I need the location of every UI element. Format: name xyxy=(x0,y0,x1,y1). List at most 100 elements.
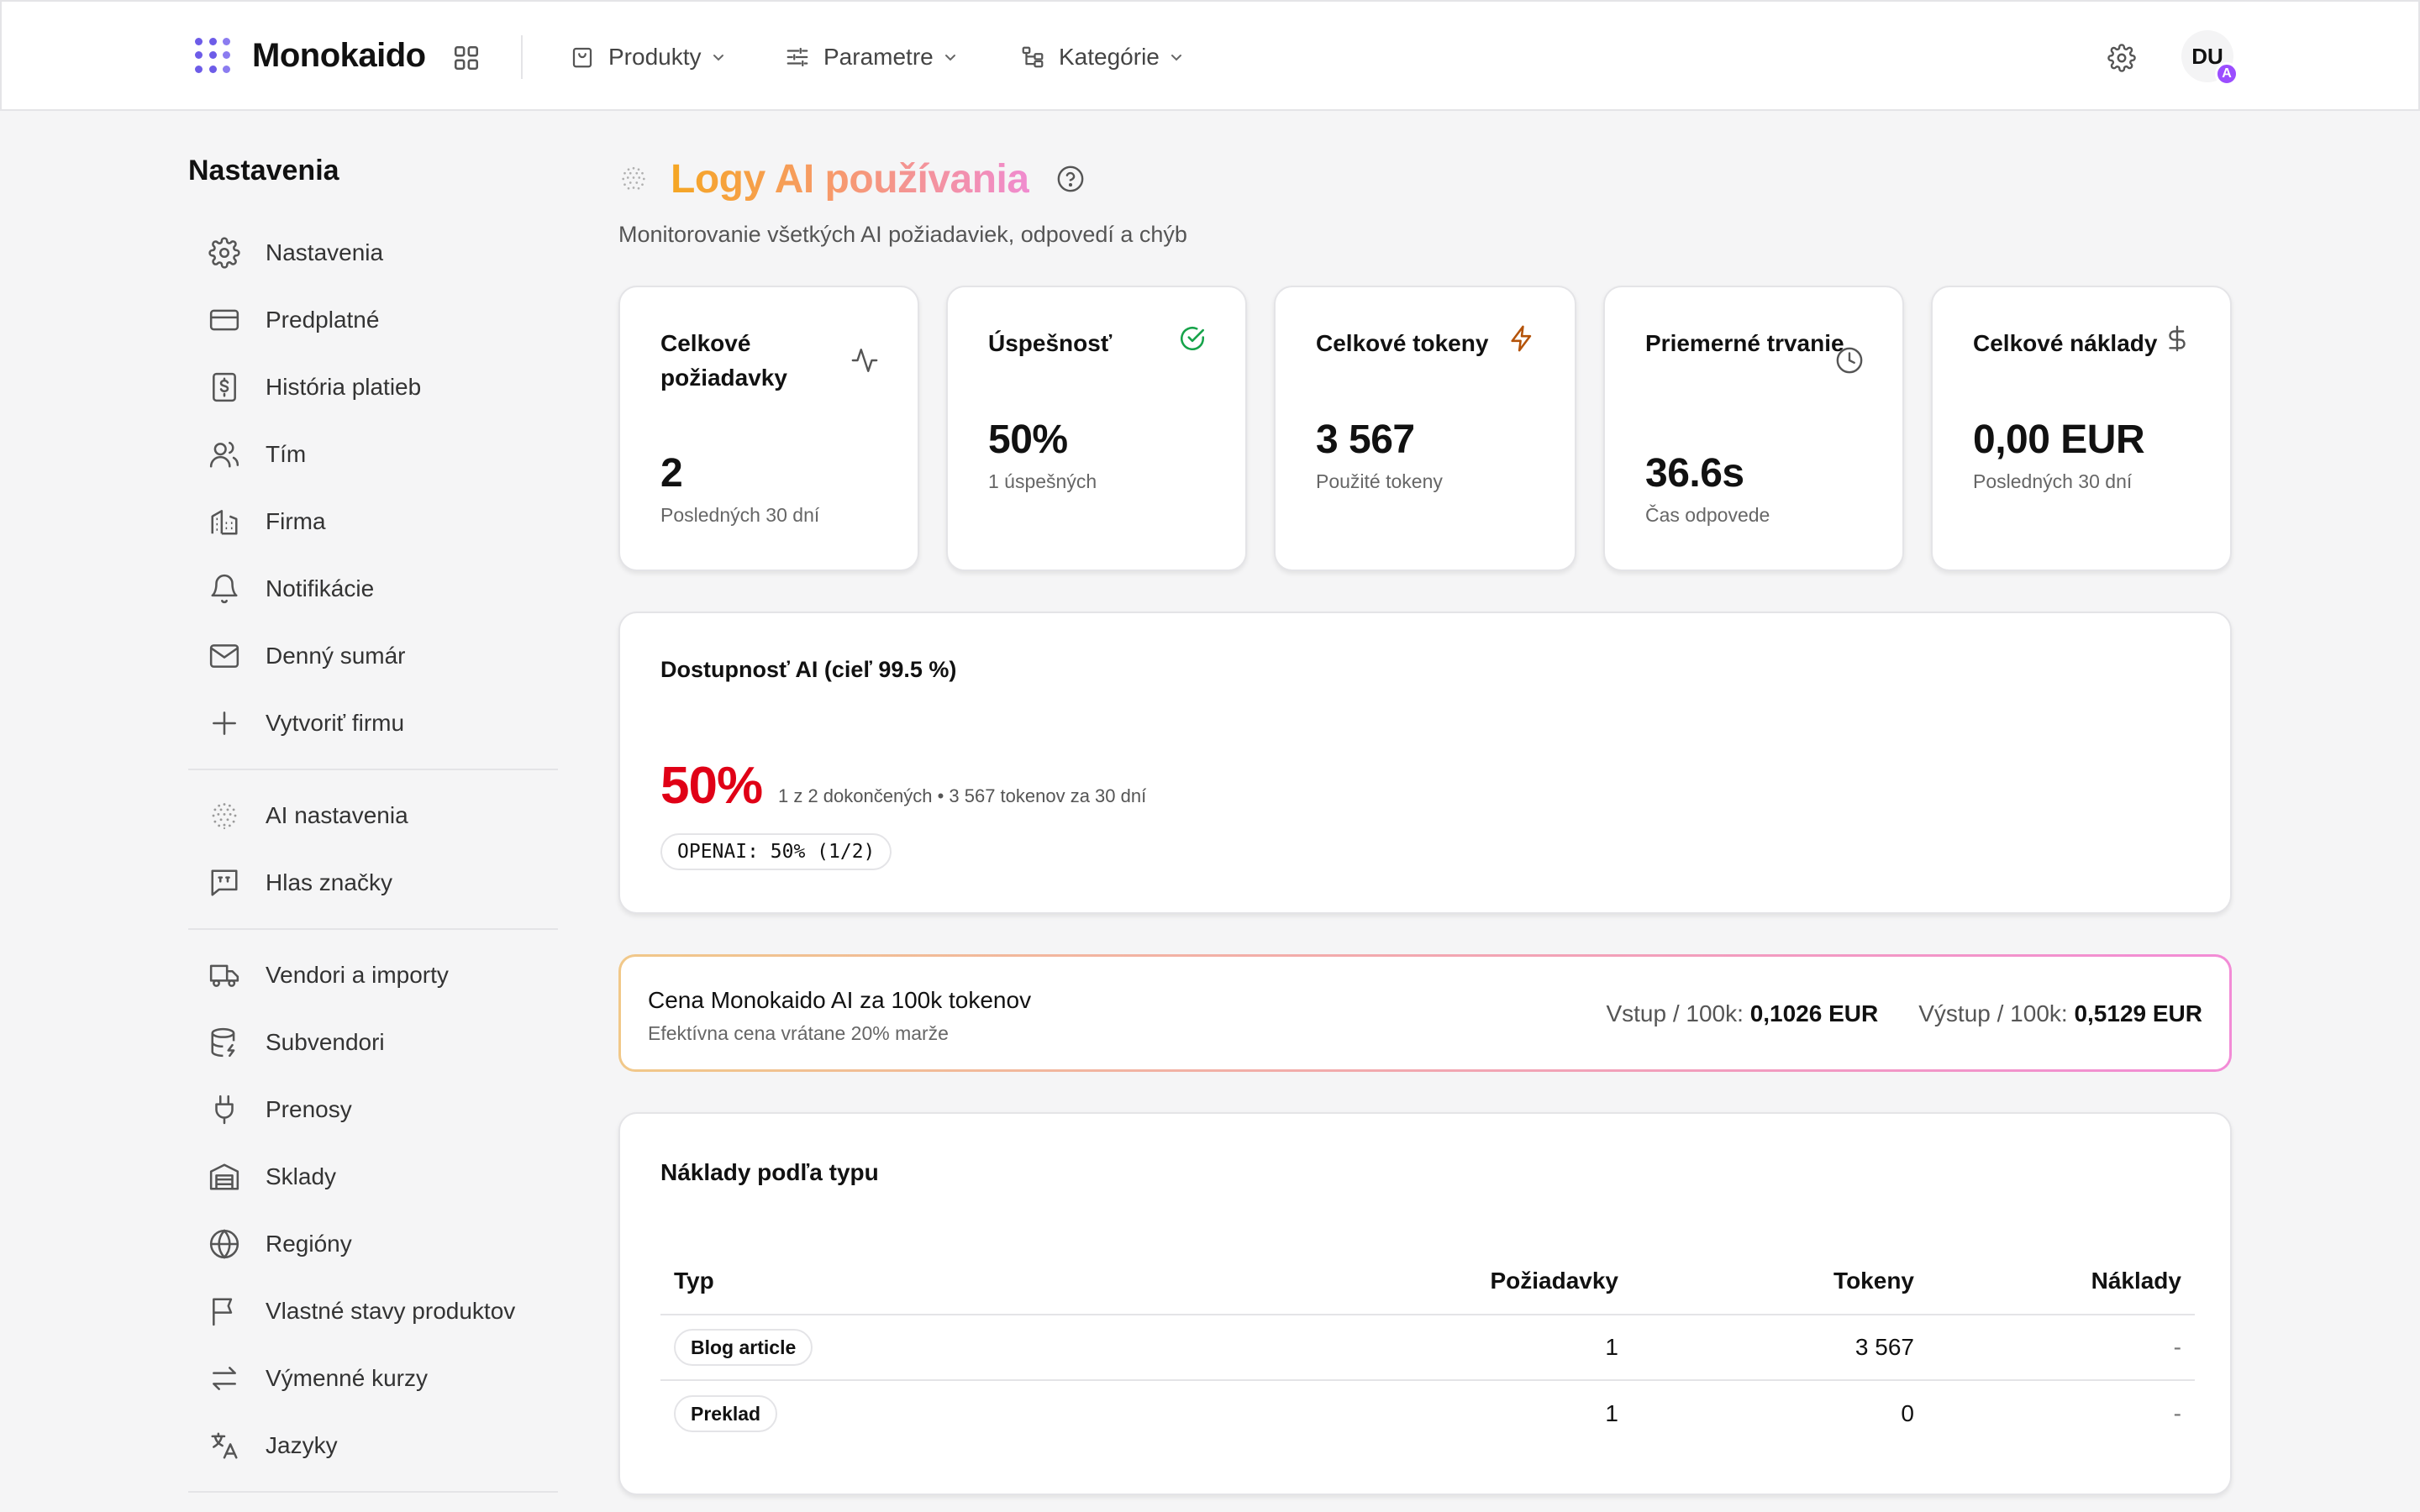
settings-sidebar: Nastavenia Nastavenia Predplatné Históri… xyxy=(188,151,558,1504)
sidebar-item-label: Notifikácie xyxy=(266,575,375,601)
sidebar-item-label: Hlas značky xyxy=(266,869,392,895)
costs-title: Náklady podľa typu xyxy=(660,1159,879,1185)
nav-kategorie[interactable]: Kategórie xyxy=(1020,35,1183,79)
column-header-requests: Požiadavky xyxy=(1490,1268,1618,1294)
globe-icon xyxy=(209,1229,239,1259)
stat-hint: Posledných 30 dní xyxy=(1973,470,2133,492)
availability-detail: 1 z 2 dokončených • 3 567 tokenov za 30 … xyxy=(778,785,1147,806)
clock-icon xyxy=(1836,347,1863,374)
page-header: Logy AI používania Monitorovanie všetkýc… xyxy=(618,153,1187,248)
stat-value: 3 567 xyxy=(1316,417,1415,462)
sidebar-item-label: Vytvoriť firmu xyxy=(266,710,405,736)
stat-hint: Použité tokeny xyxy=(1316,470,1443,492)
sidebar-item-jazyky[interactable]: Jazyky xyxy=(188,1412,558,1479)
check-circle-icon xyxy=(1180,326,1205,351)
cell-cost: - xyxy=(2173,1334,2181,1360)
avatar-badge: A xyxy=(2215,62,2238,86)
sidebar-item-historia-platieb[interactable]: História platieb xyxy=(188,354,558,421)
sidebar-item-predplatne[interactable]: Predplatné xyxy=(188,286,558,354)
database-icon xyxy=(211,1027,235,1058)
sidebar-item-ai-nastavenia[interactable]: AI nastavenia xyxy=(188,782,558,849)
table-row: Preklad 1 0 - xyxy=(660,1381,2195,1446)
sidebar-item-tim[interactable]: Tím xyxy=(188,421,558,488)
settings-gear-icon[interactable] xyxy=(2107,44,2136,72)
sidebar-item-subvendori[interactable]: Subvendori xyxy=(188,1009,558,1076)
sidebar-item-firma[interactable]: Firma xyxy=(188,488,558,555)
cell-cost: - xyxy=(2173,1400,2181,1426)
sidebar-item-label: Výmenné kurzy xyxy=(266,1365,428,1391)
stat-label: Celkové náklady xyxy=(1973,330,2158,356)
sidebar-item-label: Sklady xyxy=(266,1163,337,1189)
column-header-type: Typ xyxy=(674,1268,714,1294)
nav-parametre[interactable]: Parametre xyxy=(785,35,957,79)
sidebar-item-label: Predplatné xyxy=(266,307,380,333)
sidebar-item-nastavenia[interactable]: Nastavenia xyxy=(188,219,558,286)
sidebar-item-denny-sumar[interactable]: Denný sumár xyxy=(188,622,558,690)
brand-logo[interactable]: Monokaido xyxy=(195,37,426,75)
sidebar-item-vendori-a-importy[interactable]: Vendori a importy xyxy=(188,942,558,1009)
topbar-divider xyxy=(521,35,523,79)
stat-card-average-duration: Priemerné trvanie 36.6s Čas odpovede xyxy=(1603,286,1904,571)
warehouse-icon xyxy=(209,1163,239,1190)
user-avatar[interactable]: DU A xyxy=(2181,30,2238,86)
provider-chip: OPENAI: 50% (1/2) xyxy=(660,833,892,870)
type-chip: Blog article xyxy=(674,1329,813,1366)
stat-label: Priemerné trvanie xyxy=(1645,330,1844,356)
sidebar-item-hlas-znacky[interactable]: Hlas značky xyxy=(188,849,558,916)
sidebar-item-regiony[interactable]: Regióny xyxy=(188,1210,558,1278)
shopping-bag-icon xyxy=(572,47,592,68)
logo-dots-icon xyxy=(195,37,232,75)
cell-requests: 1 xyxy=(1605,1400,1618,1426)
stat-hint: Posledných 30 dní xyxy=(660,504,820,526)
stat-hint: 1 úspešných xyxy=(988,470,1097,492)
receipt-icon xyxy=(213,372,236,402)
stat-value: 36.6s xyxy=(1645,451,1744,496)
gear-icon xyxy=(208,237,240,269)
cell-tokens: 3 567 xyxy=(1854,1334,1914,1360)
translate-icon xyxy=(211,1432,238,1459)
sidebar-item-vytvorit-firmu[interactable]: Vytvoriť firmu xyxy=(188,690,558,757)
ai-orb-icon xyxy=(622,166,645,190)
sidebar-item-label: Jazyky xyxy=(266,1432,338,1458)
chevron-down-icon xyxy=(944,55,955,61)
stat-hint: Čas odpovede xyxy=(1645,504,1770,526)
pricing-values: Vstup / 100k: 0,1026 EUR Výstup / 100k: … xyxy=(1606,1000,2202,1027)
input-price-label: Vstup / 100k: xyxy=(1606,1000,1744,1026)
help-circle-icon[interactable] xyxy=(1056,165,1085,193)
activity-icon xyxy=(851,349,878,372)
bell-icon xyxy=(211,574,238,604)
sidebar-item-notifikacie[interactable]: Notifikácie xyxy=(188,555,558,622)
sidebar-divider xyxy=(188,928,558,930)
costs-table: Typ Požiadavky Tokeny Náklady Blog artic… xyxy=(660,1248,2195,1446)
truck-icon xyxy=(209,964,239,987)
stat-card-total-requests: Celkové požiadavky 2 Posledných 30 dní xyxy=(618,286,919,571)
brand-name: Monokaido xyxy=(252,37,426,74)
nav-kategorie-label: Kategórie xyxy=(1059,44,1160,70)
lightning-icon xyxy=(1511,325,1532,352)
nav-produkty[interactable]: Produkty xyxy=(570,35,725,79)
input-price-value: 0,1026 EUR xyxy=(1749,1000,1879,1026)
ai-orb-icon xyxy=(212,803,237,830)
flag-icon xyxy=(213,1298,233,1326)
sidebar-item-label: Vlastné stavy produktov xyxy=(266,1298,516,1324)
table-header: Typ Požiadavky Tokeny Náklady xyxy=(660,1248,2195,1315)
plug-icon xyxy=(215,1095,234,1125)
sidebar-item-sklady[interactable]: Sklady xyxy=(188,1143,558,1210)
sidebar-item-label: História platieb xyxy=(266,374,422,400)
sidebar-item-vymenne-kurzy[interactable]: Výmenné kurzy xyxy=(188,1345,558,1412)
stat-card-total-cost: Celkové náklady 0,00 EUR Posledných 30 d… xyxy=(1931,286,2232,571)
sidebar-item-vlastne-stavy-produktov[interactable]: Vlastné stavy produktov xyxy=(188,1278,558,1345)
cell-requests: 1 xyxy=(1605,1334,1618,1360)
sidebar-item-label: Prenosy xyxy=(266,1096,352,1122)
stat-label: Celkové tokeny xyxy=(1316,330,1489,356)
costs-by-type-card: Náklady podľa typu Typ Požiadavky Tokeny… xyxy=(618,1112,2232,1495)
building-icon xyxy=(211,510,238,535)
availability-title: Dostupnosť AI (cieľ 99.5 %) xyxy=(660,657,957,682)
sidebar-divider xyxy=(188,1491,558,1493)
apps-grid-icon[interactable] xyxy=(452,44,481,72)
arrows-exchange-icon xyxy=(213,1367,236,1390)
tree-icon xyxy=(1022,46,1044,68)
availability-card: Dostupnosť AI (cieľ 99.5 %) 50% 1 z 2 do… xyxy=(618,612,2232,914)
page-title: Logy AI používania xyxy=(671,156,1029,202)
sidebar-item-prenosy[interactable]: Prenosy xyxy=(188,1076,558,1143)
